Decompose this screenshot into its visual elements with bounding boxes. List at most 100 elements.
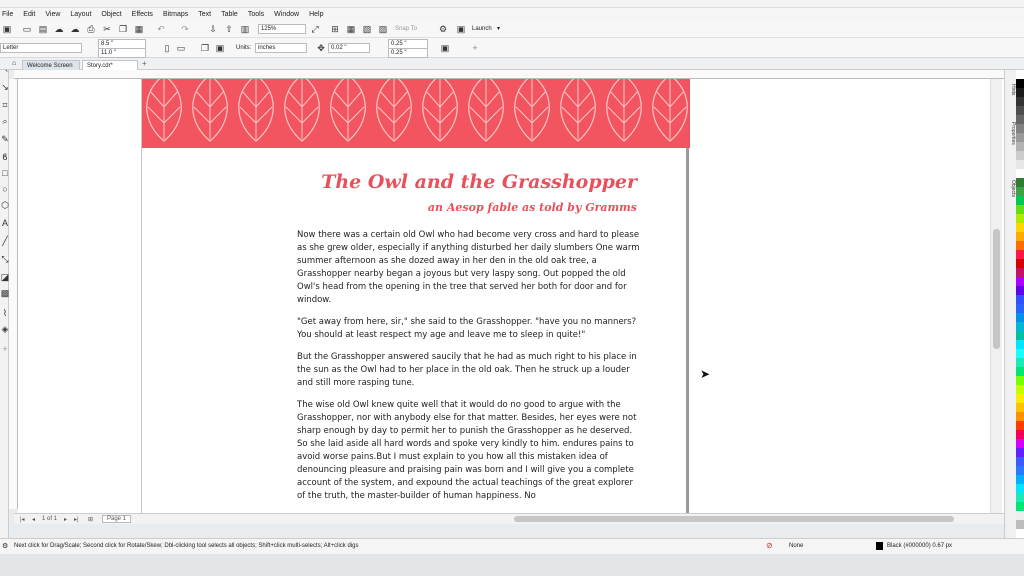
color-swatch[interactable] bbox=[1016, 241, 1024, 250]
color-swatch[interactable] bbox=[1016, 295, 1024, 304]
color-swatch[interactable] bbox=[1016, 376, 1024, 385]
color-swatch[interactable] bbox=[1016, 250, 1024, 259]
first-page-icon[interactable]: |◂ bbox=[20, 516, 25, 523]
docker-tab-hints[interactable]: Hints bbox=[1006, 84, 1016, 95]
drawing-canvas[interactable]: The Owl and the Grasshopper an Aesop fab… bbox=[18, 79, 1004, 513]
page-tab[interactable]: Page 1 bbox=[102, 515, 132, 523]
docker-tab-properties[interactable]: Properties bbox=[1006, 122, 1016, 145]
color-swatch[interactable] bbox=[1016, 421, 1024, 430]
horizontal-ruler[interactable] bbox=[14, 70, 1004, 79]
menu-help[interactable]: Help bbox=[309, 11, 323, 18]
snap-to-icon[interactable]: ▨ bbox=[378, 24, 388, 34]
color-swatch[interactable] bbox=[1016, 223, 1024, 232]
color-swatch[interactable] bbox=[1016, 367, 1024, 376]
menu-table[interactable]: Table bbox=[221, 11, 238, 18]
import-icon[interactable]: ⇩ bbox=[208, 24, 218, 34]
color-swatch[interactable] bbox=[1016, 448, 1024, 457]
color-swatch[interactable] bbox=[1016, 115, 1024, 124]
tab-welcome-screen[interactable]: Welcome Screen bbox=[22, 60, 80, 70]
cut-icon[interactable]: ✂ bbox=[102, 24, 112, 34]
color-swatch[interactable] bbox=[1016, 358, 1024, 367]
horizontal-scroll-thumb[interactable] bbox=[514, 516, 954, 522]
story-text-frame[interactable]: Now there was a certain old Owl who had … bbox=[297, 229, 642, 512]
story-subtitle[interactable]: an Aesop fable as told by Gramms bbox=[312, 201, 637, 214]
color-swatch[interactable] bbox=[1016, 169, 1024, 178]
color-swatch[interactable] bbox=[1016, 493, 1024, 502]
options-icon[interactable]: ▣ bbox=[440, 43, 450, 53]
outline-swatch[interactable] bbox=[876, 542, 883, 550]
menu-view[interactable]: View bbox=[45, 11, 60, 18]
color-swatch[interactable] bbox=[1016, 232, 1024, 241]
grid-icon[interactable]: ▦ bbox=[346, 24, 356, 34]
color-swatch[interactable] bbox=[1016, 322, 1024, 331]
duplicate-y-field[interactable]: 0.25 " bbox=[388, 48, 428, 58]
color-swatch[interactable] bbox=[1016, 394, 1024, 403]
color-swatch[interactable] bbox=[1016, 439, 1024, 448]
gear-icon[interactable]: ⚙ bbox=[438, 24, 448, 34]
launch-icon[interactable]: ▣ bbox=[456, 24, 466, 34]
launch-dropdown-icon[interactable]: ▾ bbox=[497, 25, 500, 32]
color-swatch[interactable] bbox=[1016, 133, 1024, 142]
color-swatch[interactable] bbox=[1016, 259, 1024, 268]
color-swatch[interactable] bbox=[1016, 70, 1024, 79]
color-swatch[interactable] bbox=[1016, 475, 1024, 484]
color-swatch[interactable] bbox=[1016, 160, 1024, 169]
color-swatch[interactable] bbox=[1016, 340, 1024, 349]
redo-icon[interactable]: ↷ bbox=[180, 24, 190, 34]
story-title[interactable]: The Owl and the Grasshopper bbox=[312, 171, 637, 193]
menu-file[interactable]: File bbox=[2, 11, 13, 18]
zoom-level-field[interactable]: 125% bbox=[258, 24, 306, 34]
color-swatch[interactable] bbox=[1016, 268, 1024, 277]
color-swatch[interactable] bbox=[1016, 142, 1024, 151]
vertical-ruler[interactable] bbox=[9, 79, 18, 509]
snap-to-label[interactable]: Snap To bbox=[395, 26, 417, 32]
docker-tab-objects[interactable]: Objects bbox=[1006, 180, 1016, 197]
menu-effects[interactable]: Effects bbox=[132, 11, 153, 18]
page-height-field[interactable]: 11.0 " bbox=[98, 48, 146, 58]
color-swatch[interactable] bbox=[1016, 412, 1024, 421]
color-swatch[interactable] bbox=[1016, 79, 1024, 88]
vertical-scroll-thumb[interactable] bbox=[993, 229, 1000, 349]
landscape-icon[interactable]: ▭ bbox=[176, 43, 186, 53]
cloud-icon[interactable]: ☁ bbox=[54, 24, 64, 34]
menu-edit[interactable]: Edit bbox=[23, 11, 35, 18]
add-icon[interactable]: + bbox=[470, 43, 480, 53]
portrait-icon[interactable]: ▯ bbox=[162, 43, 172, 53]
new-document-icon[interactable]: ▣ bbox=[2, 24, 12, 34]
cloud-upload-icon[interactable]: ☁ bbox=[70, 24, 80, 34]
print-icon[interactable]: ⎙ bbox=[86, 24, 96, 34]
menu-text[interactable]: Text bbox=[198, 11, 211, 18]
leaf-pattern-banner[interactable] bbox=[142, 79, 690, 148]
color-swatch[interactable] bbox=[1016, 214, 1024, 223]
color-swatch[interactable] bbox=[1016, 502, 1024, 511]
next-page-icon[interactable]: ▸ bbox=[64, 516, 67, 523]
gear-icon[interactable]: ⚙ bbox=[2, 542, 8, 550]
prev-page-icon[interactable]: ◂ bbox=[32, 516, 35, 523]
color-swatch[interactable] bbox=[1016, 430, 1024, 439]
color-swatch[interactable] bbox=[1016, 151, 1024, 160]
add-page-icon[interactable]: ⊞ bbox=[88, 516, 93, 523]
color-swatch[interactable] bbox=[1016, 457, 1024, 466]
undo-icon[interactable]: ↶ bbox=[156, 24, 166, 34]
color-swatch[interactable] bbox=[1016, 304, 1024, 313]
menu-object[interactable]: Object bbox=[101, 11, 121, 18]
menu-window[interactable]: Window bbox=[274, 11, 299, 18]
color-swatch[interactable] bbox=[1016, 403, 1024, 412]
rulers-icon[interactable]: ⊞ bbox=[330, 24, 340, 34]
color-swatch[interactable] bbox=[1016, 124, 1024, 133]
export-icon[interactable]: ⇧ bbox=[224, 24, 234, 34]
last-page-icon[interactable]: ▸| bbox=[74, 516, 79, 523]
color-swatch[interactable] bbox=[1016, 205, 1024, 214]
menu-bitmaps[interactable]: Bitmaps bbox=[163, 11, 188, 18]
color-swatch[interactable] bbox=[1016, 178, 1024, 187]
color-swatch[interactable] bbox=[1016, 349, 1024, 358]
color-swatch[interactable] bbox=[1016, 466, 1024, 475]
color-swatch[interactable] bbox=[1016, 277, 1024, 286]
document-page[interactable]: The Owl and the Grasshopper an Aesop fab… bbox=[141, 79, 690, 513]
home-icon[interactable]: ⌂ bbox=[12, 60, 16, 67]
menu-tools[interactable]: Tools bbox=[248, 11, 264, 18]
color-swatch[interactable] bbox=[1016, 484, 1024, 493]
launch-button[interactable]: Launch bbox=[472, 26, 492, 32]
color-swatch[interactable] bbox=[1016, 196, 1024, 205]
units-select[interactable]: inches bbox=[255, 43, 307, 53]
